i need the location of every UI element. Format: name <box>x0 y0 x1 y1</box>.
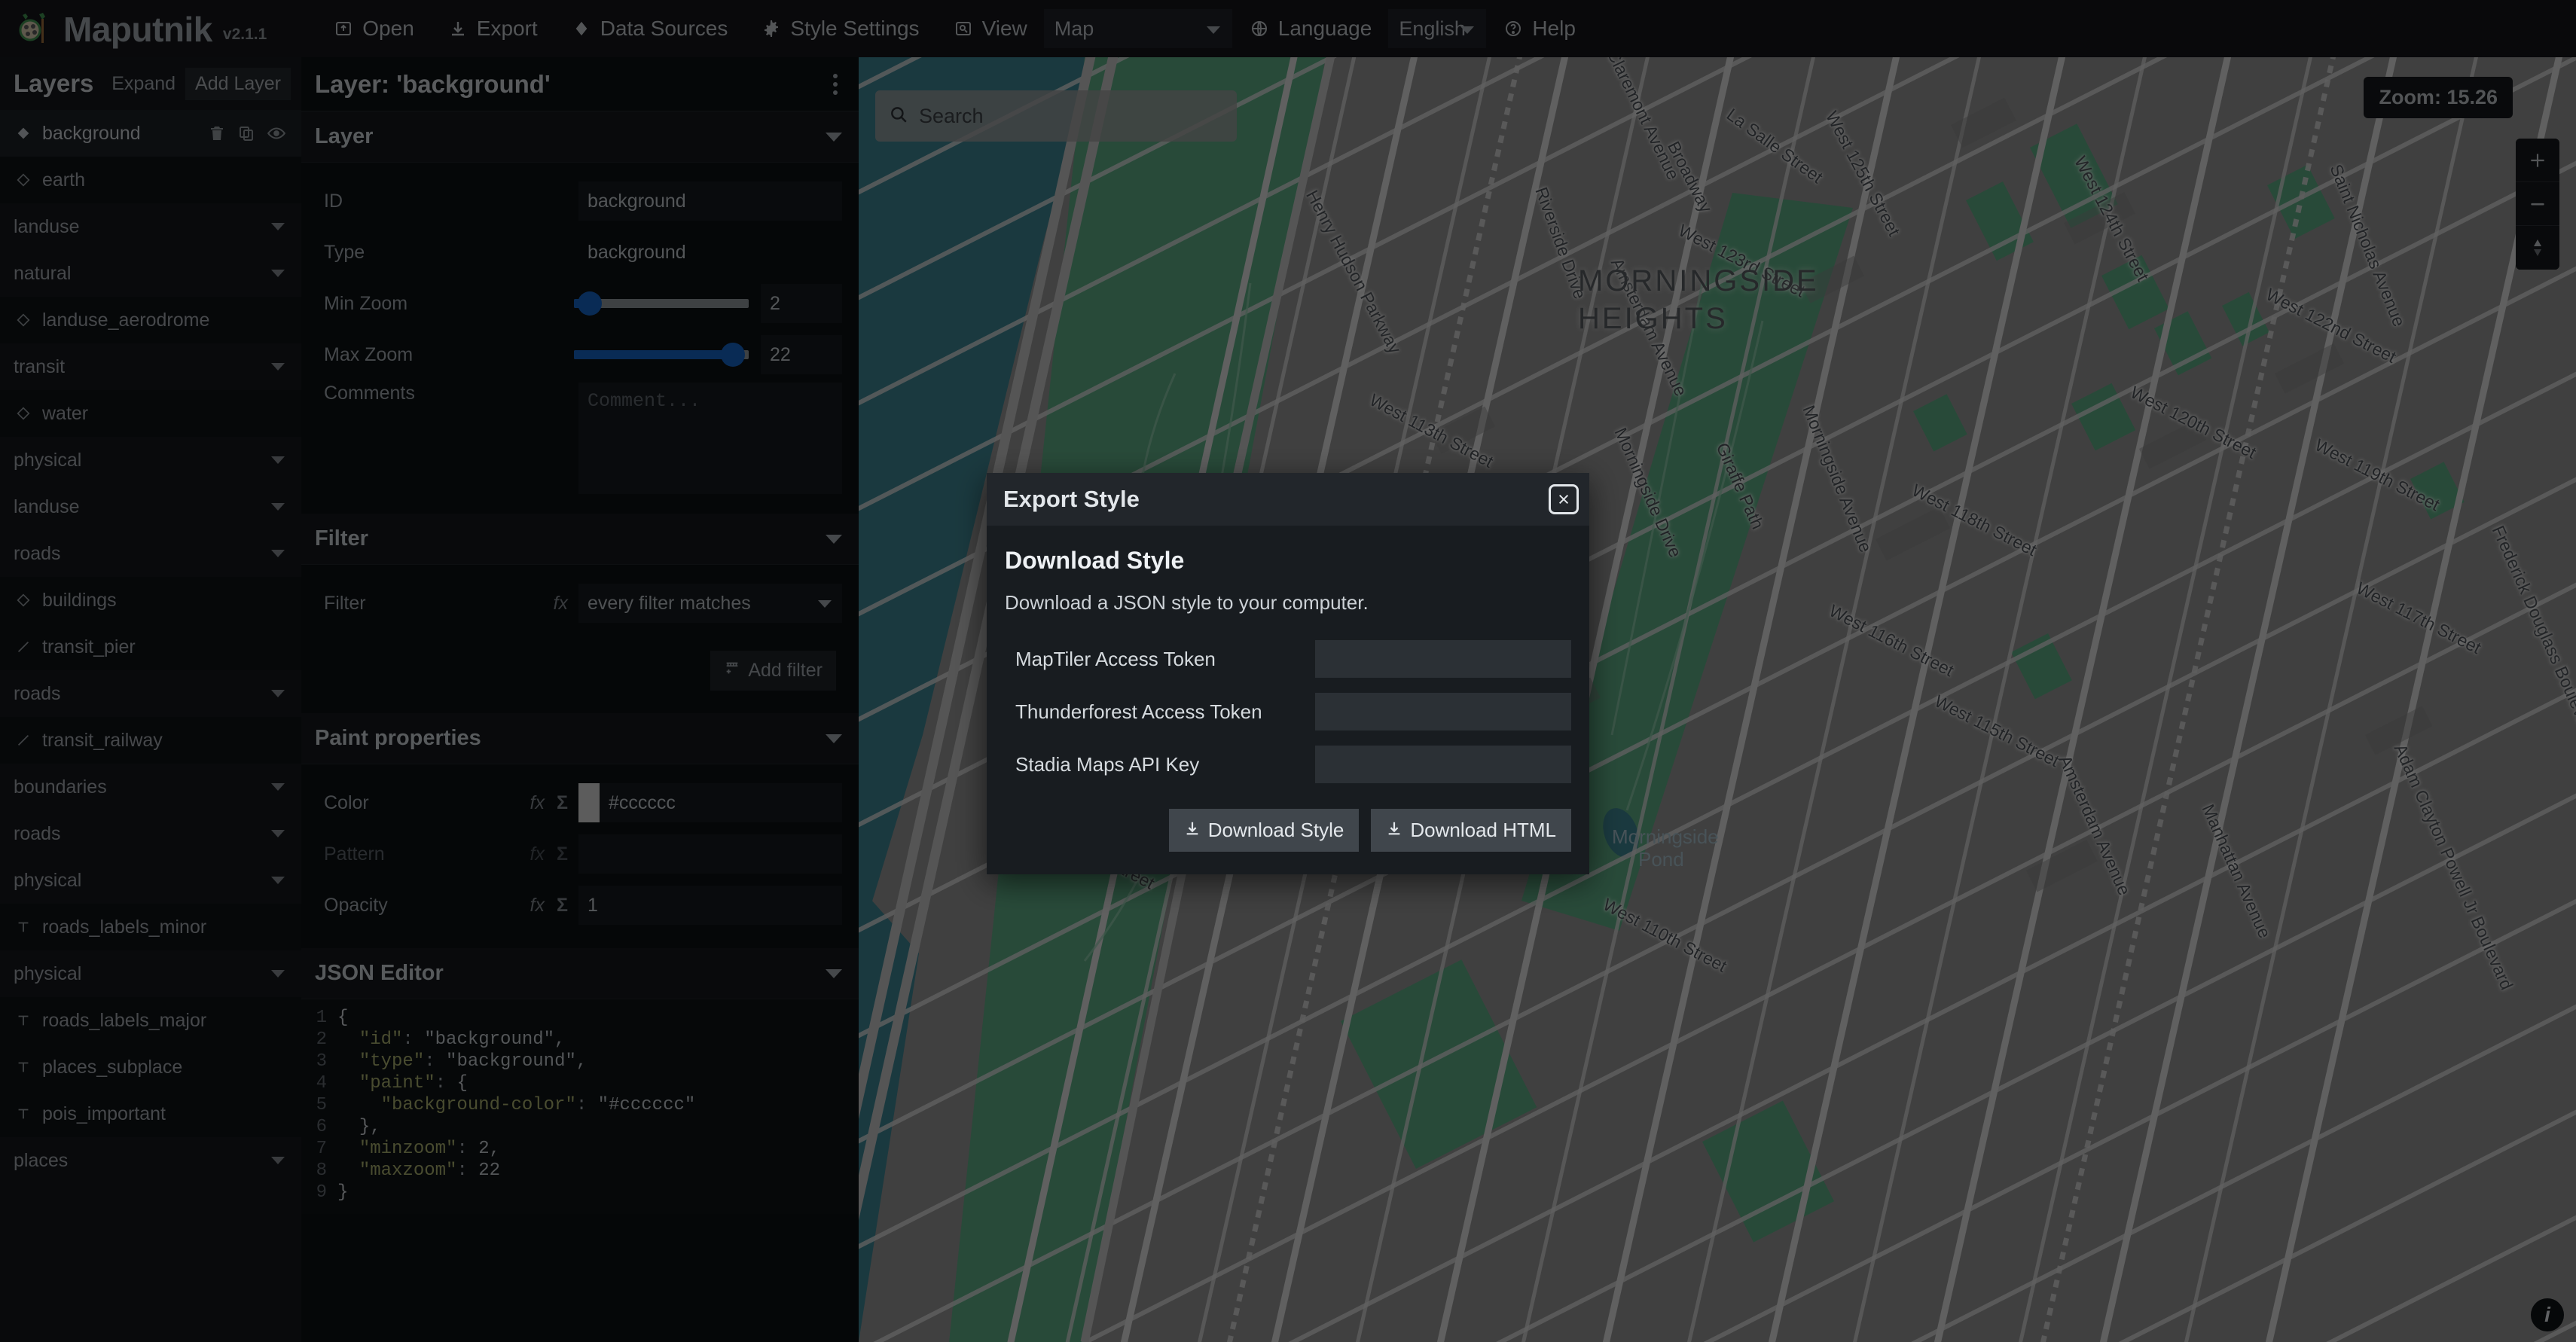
close-icon[interactable]: × <box>1549 484 1579 514</box>
modal-actions: Download Style Download HTML <box>1005 798 1571 852</box>
modal-title: Export Style <box>1003 486 1549 513</box>
download-html-label: Download HTML <box>1410 819 1556 842</box>
modal-field-input[interactable] <box>1315 640 1571 678</box>
modal-field-label: MapTiler Access Token <box>1005 648 1315 671</box>
modal-field-input[interactable] <box>1315 693 1571 730</box>
modal-field-row: Thunderforest Access Token <box>1005 693 1571 730</box>
download-html-button[interactable]: Download HTML <box>1371 809 1571 852</box>
modal-field-label: Thunderforest Access Token <box>1005 700 1315 724</box>
modal-header: Export Style × <box>987 473 1589 526</box>
export-style-modal: Export Style × Download Style Download a… <box>987 473 1589 874</box>
modal-field-row: MapTiler Access Token <box>1005 640 1571 678</box>
maputnik-app: Maputnik v2.1.1 Open Export <box>0 0 2576 1342</box>
modal-fields: MapTiler Access Token Thunderforest Acces… <box>1005 640 1571 783</box>
modal-body: Download Style Download a JSON style to … <box>987 526 1589 874</box>
download-style-label: Download Style <box>1208 819 1344 842</box>
download-style-description: Download a JSON style to your computer. <box>1005 591 1571 615</box>
download-icon <box>1386 819 1402 842</box>
modal-field-input[interactable] <box>1315 746 1571 783</box>
modal-field-label: Stadia Maps API Key <box>1005 753 1315 776</box>
download-style-button[interactable]: Download Style <box>1169 809 1360 852</box>
download-icon <box>1184 819 1201 842</box>
download-style-heading: Download Style <box>1005 547 1571 575</box>
modal-field-row: Stadia Maps API Key <box>1005 746 1571 783</box>
